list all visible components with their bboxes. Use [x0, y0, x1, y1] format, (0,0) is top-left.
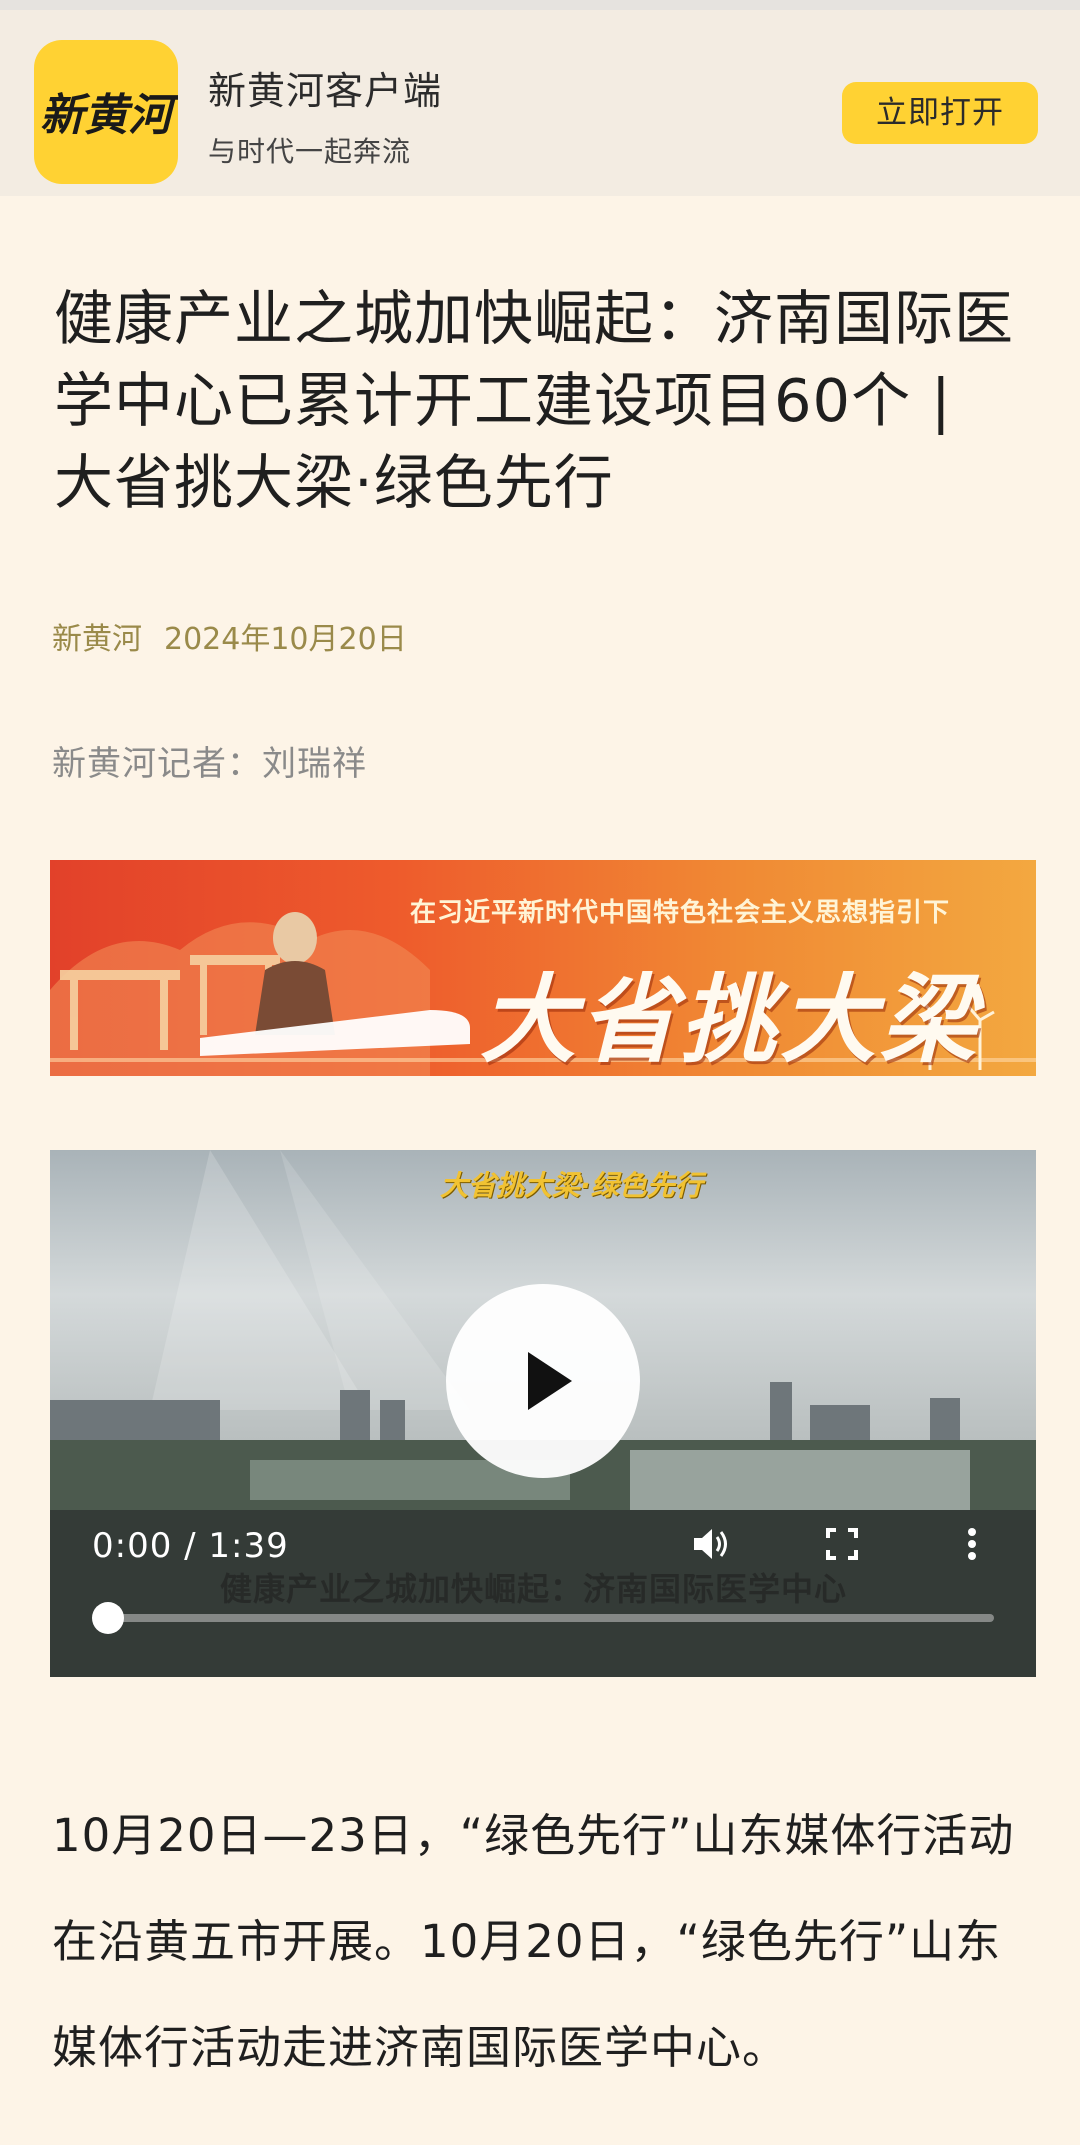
banner-subtitle: 在习近平新时代中国特色社会主义思想指引下 — [410, 898, 951, 928]
video-overlay-tag: 大省挑大梁·绿色先行 — [440, 1169, 703, 1202]
open-app-button[interactable]: 立即打开 — [842, 82, 1038, 144]
app-logo[interactable]: 新黄河 — [34, 40, 178, 184]
video-time: 0:00 / 1:39 — [92, 1526, 289, 1566]
article-date: 2024年10月20日 — [164, 622, 407, 657]
article-meta: 新黄河 2024年10月20日 — [52, 614, 407, 658]
article-title: 健康产业之城加快崛起：济南国际医学中心已累计开工建设项目60个 | 大省挑大梁·… — [54, 284, 1015, 517]
fullscreen-icon[interactable] — [820, 1522, 864, 1566]
article-source[interactable]: 新黄河 — [52, 622, 142, 657]
play-icon — [528, 1352, 572, 1410]
app-slogan: 与时代一起奔流 — [208, 135, 412, 168]
video-overlay-caption: 健康产业之城加快崛起：济南国际医学中心 — [220, 1570, 848, 1608]
video-player[interactable]: 大省挑大梁·绿色先行 健康产业之城加快崛起：济南国际医学中心 0:00 / 1:… — [50, 1150, 1036, 1677]
video-progress-knob[interactable] — [92, 1602, 124, 1634]
app-promo-bar: 新黄河 新黄河客户端 与时代一起奔流 立即打开 — [0, 0, 1080, 196]
app-logo-icon: 新黄河 — [40, 90, 178, 141]
app-name: 新黄河客户端 — [208, 69, 443, 113]
banner-headline: 大省挑大梁 — [480, 963, 980, 1076]
article-paragraph: 10月20日—23日，“绿色先行”山东媒体行活动在沿黄五市开展。10月20日，“… — [52, 1809, 1015, 2074]
play-button[interactable] — [446, 1284, 640, 1478]
svg-text:新黄河: 新黄河 — [40, 90, 178, 141]
article-byline: 新黄河记者：刘瑞祥 — [52, 744, 367, 784]
more-icon[interactable] — [950, 1522, 994, 1566]
video-progress-track[interactable] — [108, 1614, 994, 1622]
campaign-banner: 在习近平新时代中国特色社会主义思想指引下 大省挑大梁 — [50, 860, 1036, 1076]
volume-icon[interactable] — [688, 1522, 732, 1566]
